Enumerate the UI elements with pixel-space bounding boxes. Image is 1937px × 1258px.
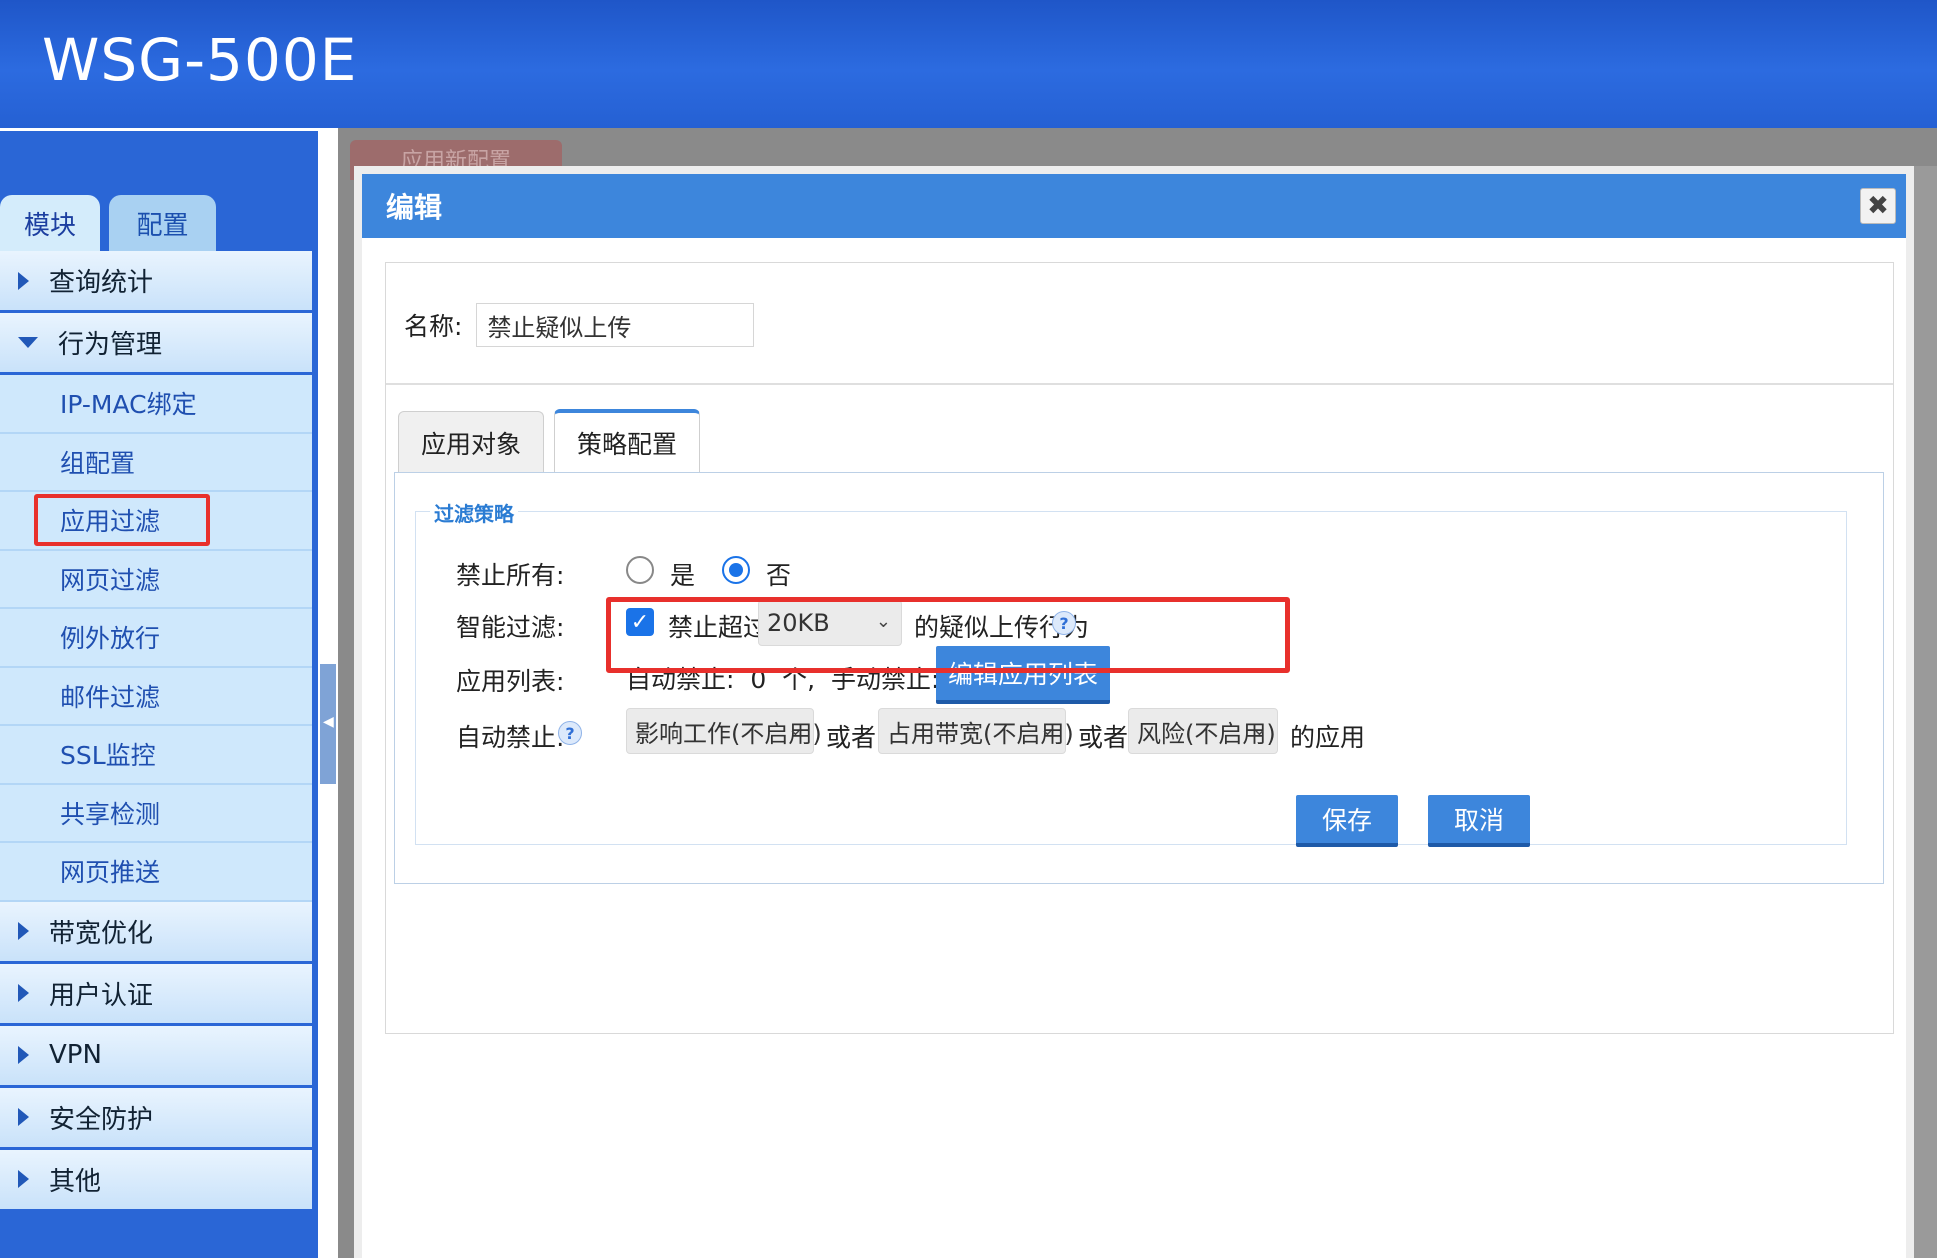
dialog-title: 编辑: [386, 191, 443, 224]
menu-group-label: VPN: [49, 1040, 102, 1070]
sidebar: 模块 配置 查询统计 行为管理 IP-MAC绑定 组配置 应用过滤 网页过滤 例…: [0, 131, 318, 1258]
sidebar-item-mail-filter[interactable]: 邮件过滤: [0, 667, 312, 726]
auto-block-label: 自动禁止:: [456, 723, 565, 752]
chevron-right-icon: [18, 271, 29, 290]
menu-group-vpn[interactable]: VPN: [0, 1025, 312, 1088]
block-all-yes-label: 是: [670, 561, 696, 590]
menu-group-query-stats[interactable]: 查询统计: [0, 251, 312, 313]
menu-group-label: 行为管理: [58, 330, 163, 360]
menu-group-label: 用户认证: [49, 980, 154, 1011]
dialog-title-bar: 编辑 ✖: [362, 174, 1906, 238]
sidebar-tabs: 模块 配置: [0, 131, 318, 251]
edit-dialog: 编辑 ✖ 名称: 应用对象 策略配置 过滤策略 禁止所有: 是 否 智能过滤: …: [354, 166, 1914, 1258]
block-all-no-radio[interactable]: [722, 556, 750, 584]
block-all-label: 禁止所有:: [456, 561, 565, 590]
sidebar-item-group-config[interactable]: 组配置: [0, 433, 312, 492]
save-button[interactable]: 保存: [1296, 795, 1398, 847]
sidebar-item-web-filter[interactable]: 网页过滤: [0, 550, 312, 609]
smart-filter-label: 智能过滤:: [456, 613, 565, 642]
sidebar-item-web-push[interactable]: 网页推送: [0, 843, 312, 902]
sidebar-item-ssl-monitor[interactable]: SSL监控: [0, 726, 312, 785]
chevron-right-icon: [18, 984, 29, 1002]
menu-group-label: 安全防护: [49, 1104, 154, 1135]
fieldset-legend: 过滤策略: [430, 498, 518, 527]
chevron-left-icon: ◀: [323, 714, 334, 730]
risk-select[interactable]: 风险(不启用) ⌄: [1128, 708, 1278, 754]
menu-group-label: 其他: [49, 1166, 102, 1197]
chevron-right-icon: [18, 1170, 29, 1188]
sidebar-item-ip-mac-binding[interactable]: IP-MAC绑定: [0, 375, 312, 434]
top-header: WSG-500E: [0, 0, 1937, 131]
help-icon[interactable]: ?: [558, 721, 582, 745]
or-label: 或者: [1078, 723, 1129, 752]
app-list-label: 应用列表:: [456, 667, 565, 696]
menu-group-security[interactable]: 安全防护: [0, 1087, 312, 1150]
or-label: 或者: [826, 723, 877, 752]
menu-group-other[interactable]: 其他: [0, 1149, 312, 1212]
menu-group-behavior-management[interactable]: 行为管理: [0, 313, 312, 375]
sidebar-item-exception[interactable]: 例外放行: [0, 609, 312, 668]
bandwidth-select[interactable]: 占用带宽(不启用) ⌄: [878, 708, 1074, 754]
sidebar-item-app-filter[interactable]: 应用过滤: [0, 492, 312, 551]
sidebar-menu: 查询统计 行为管理 IP-MAC绑定 组配置 应用过滤 网页过滤 例外放行 邮件…: [0, 251, 312, 1212]
auto-block-suffix: 的应用: [1290, 723, 1366, 752]
chevron-down-icon: [18, 337, 38, 348]
chevron-right-icon: [18, 1108, 29, 1126]
divider: [386, 383, 1893, 385]
smart-filter-highlight: [606, 597, 1290, 673]
tab-config[interactable]: 配置: [109, 195, 216, 251]
chevron-down-icon: ⌄: [1251, 719, 1267, 740]
sidebar-collapse-handle[interactable]: ◀: [320, 664, 336, 784]
chevron-down-icon: ⌄: [1039, 719, 1055, 740]
sidebar-item-share-detect[interactable]: 共享检测: [0, 784, 312, 843]
menu-group-label: 查询统计: [49, 268, 154, 298]
work-impact-select[interactable]: 影响工作(不启用) ⌄: [626, 708, 822, 754]
cancel-button[interactable]: 取消: [1428, 795, 1530, 847]
name-label: 名称:: [404, 312, 463, 341]
chevron-right-icon: [18, 922, 29, 940]
chevron-down-icon: ⌄: [787, 719, 803, 740]
menu-group-user-auth[interactable]: 用户认证: [0, 963, 312, 1026]
block-all-no-label: 否: [766, 561, 792, 590]
filter-policy-fieldset: 过滤策略 禁止所有: 是 否 智能过滤: ✓ 禁止超过 20KB ⌄ 的疑似上传…: [415, 498, 1847, 845]
background-page-edge: [1914, 166, 1937, 1258]
tab-policy-config[interactable]: 策略配置: [554, 409, 700, 473]
product-logo: WSG-500E: [42, 26, 358, 94]
close-icon[interactable]: ✖: [1860, 188, 1896, 224]
menu-group-label: 带宽优化: [49, 918, 154, 949]
policy-tab-panel: 过滤策略 禁止所有: 是 否 智能过滤: ✓ 禁止超过 20KB ⌄ 的疑似上传…: [394, 472, 1884, 884]
name-row: 名称:: [404, 303, 755, 347]
name-input[interactable]: [476, 303, 755, 347]
tab-module[interactable]: 模块: [0, 195, 100, 251]
chevron-right-icon: [18, 1046, 29, 1064]
block-all-yes-radio[interactable]: [626, 556, 654, 584]
menu-group-bandwidth[interactable]: 带宽优化: [0, 901, 312, 964]
tab-app-object[interactable]: 应用对象: [398, 411, 544, 473]
